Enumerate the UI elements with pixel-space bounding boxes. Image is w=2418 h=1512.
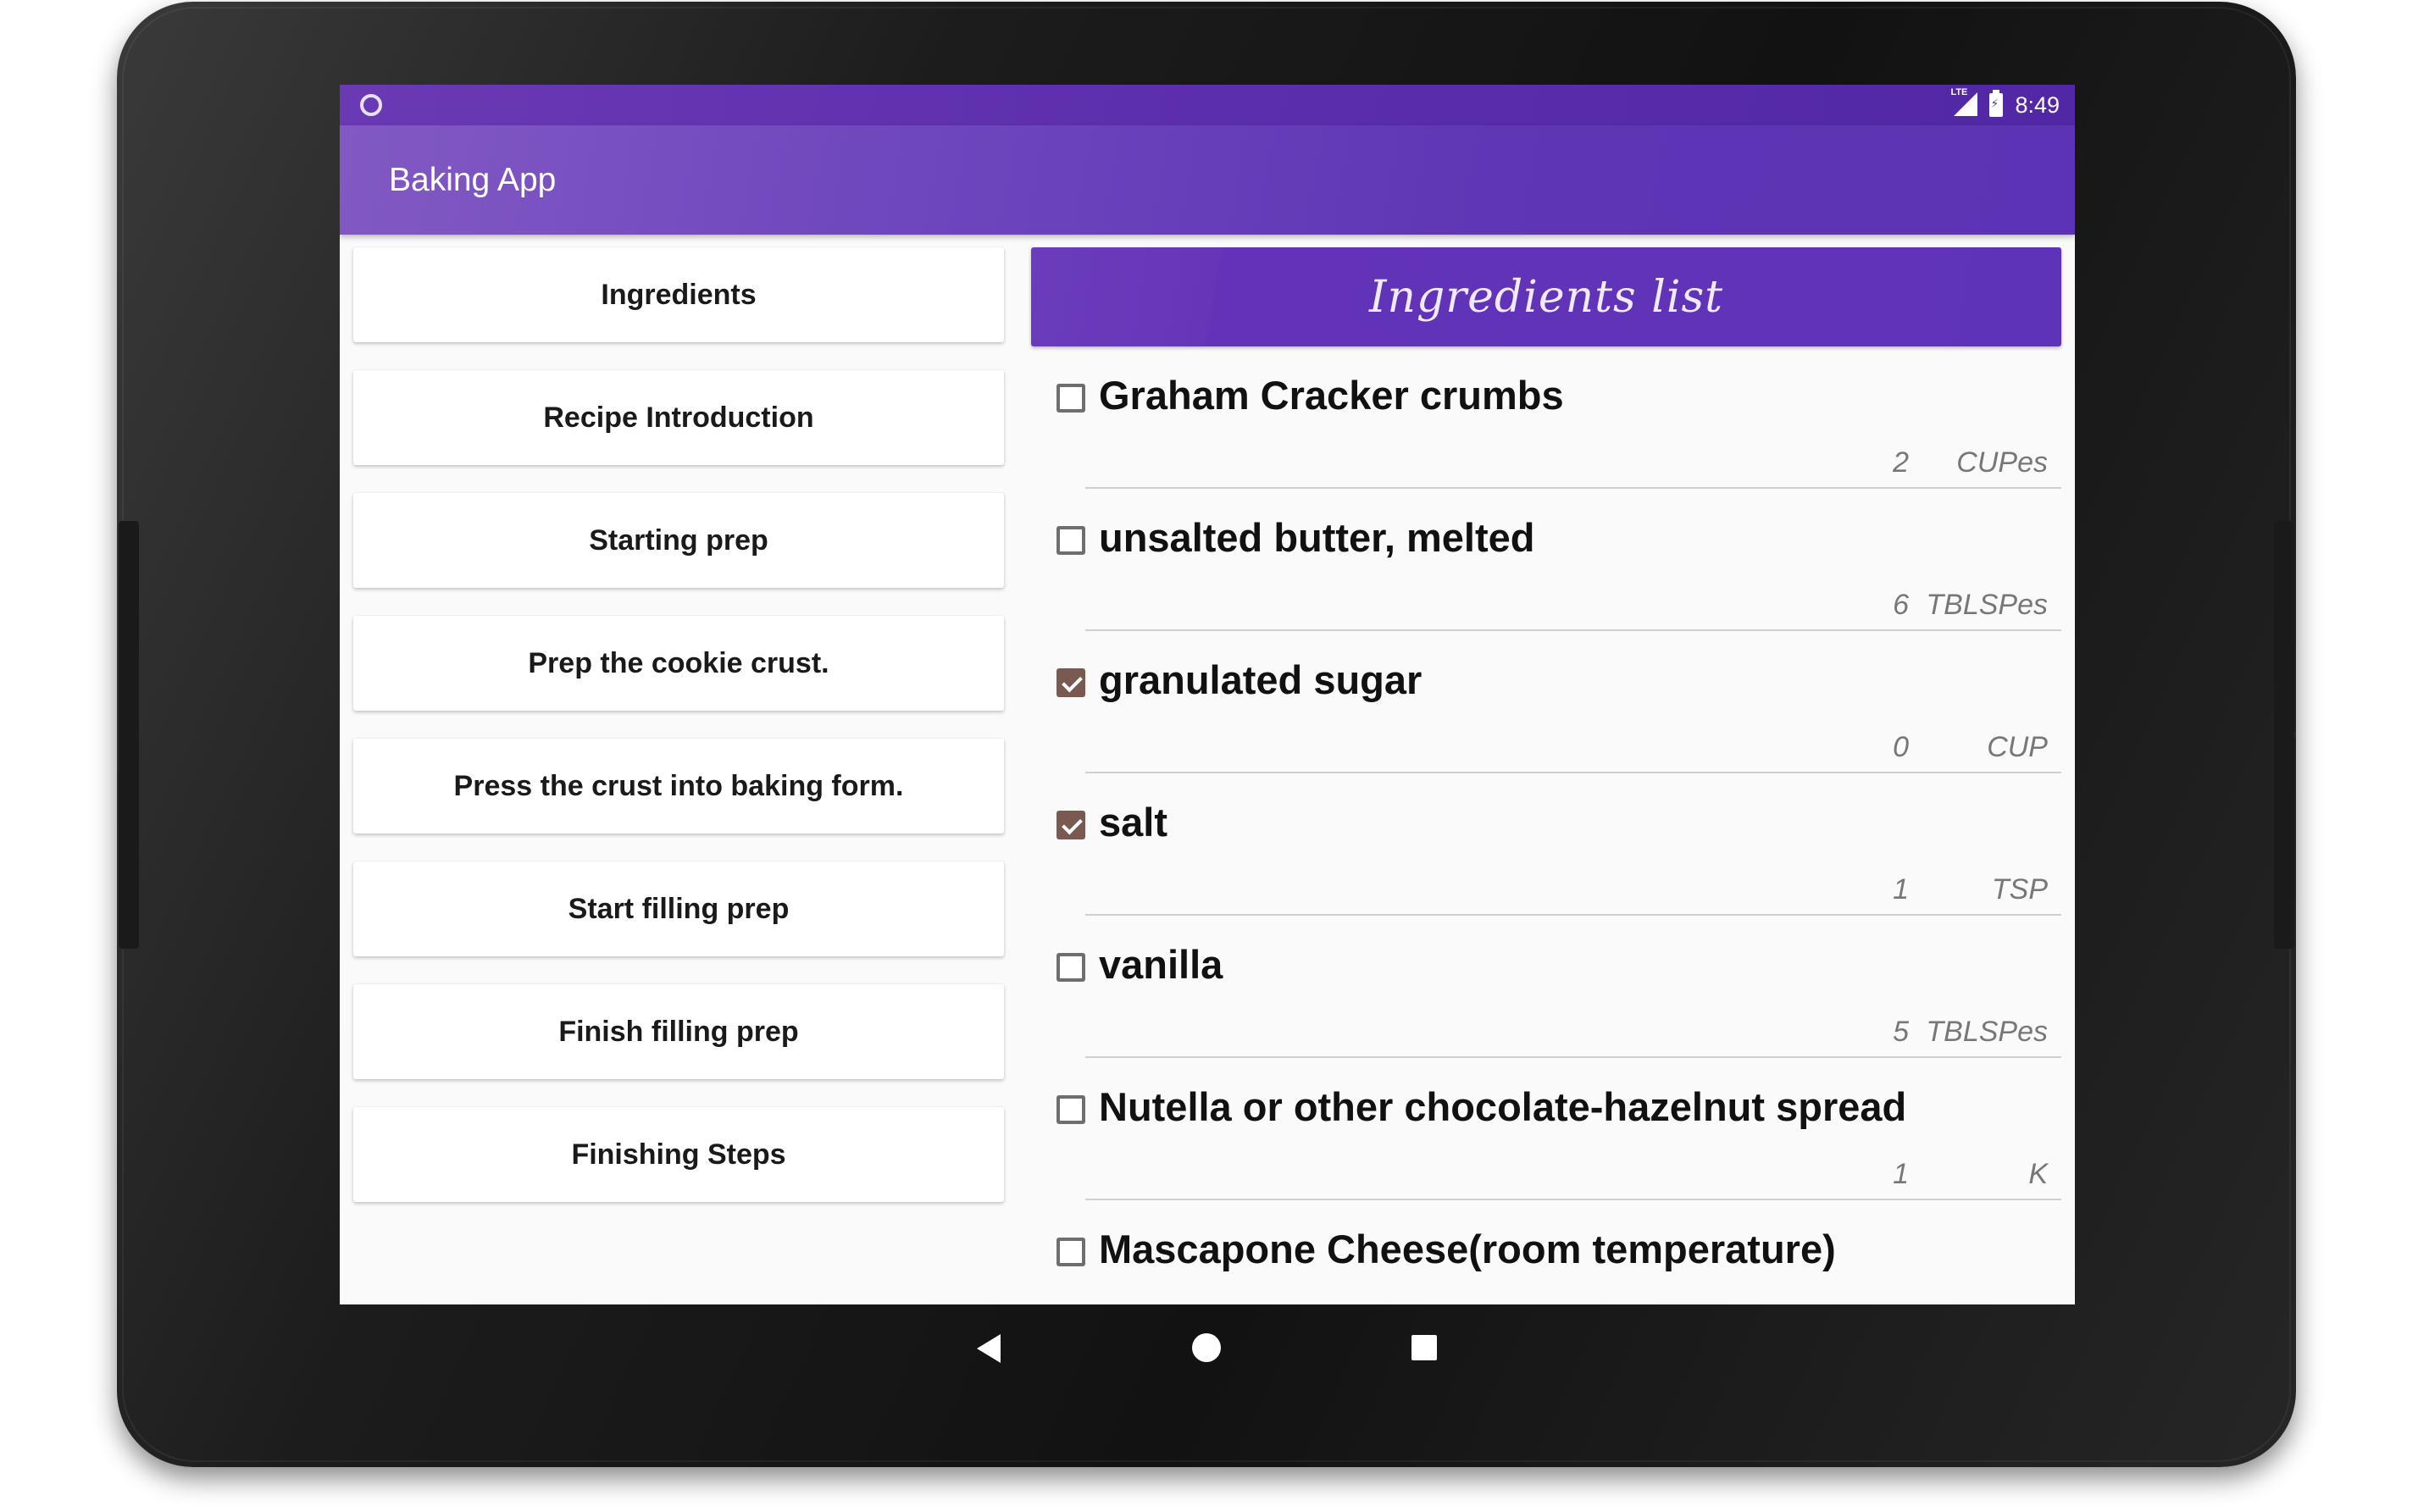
status-icons: LTE 8:49 [1950, 85, 2060, 125]
ingredient-name: Mascapone Cheese(room temperature) [1099, 1227, 1836, 1271]
ingredient-quantity: 2 [1893, 446, 1909, 479]
ingredient-checkbox[interactable] [1056, 526, 1085, 555]
step-button-recipe-introduction[interactable]: Recipe Introduction [353, 370, 1004, 465]
ingredient-quantity: 6 [1893, 589, 1909, 621]
ingredient-checkbox[interactable] [1056, 811, 1085, 839]
frame-edge-left [119, 521, 139, 949]
step-button-finish-filling-prep[interactable]: Finish filling prep [353, 984, 1004, 1079]
ingredient-quantity: 0 [1893, 731, 1909, 763]
recents-icon[interactable] [1411, 1335, 1437, 1360]
notification-circle-icon [360, 94, 382, 116]
app-bar: Baking App [340, 125, 2075, 235]
step-button-ingredients[interactable]: Ingredients [353, 247, 1004, 342]
ingredient-row: Nutella or other chocolate-hazelnut spre… [1031, 1058, 2061, 1200]
ingredient-measure: TBLSPes [1926, 589, 2048, 621]
app-title: Baking App [389, 162, 557, 198]
ingredient-row: granulated sugar 0 CUP [1031, 631, 2061, 773]
step-list: Ingredients Recipe Introduction Starting… [353, 247, 1004, 1230]
ingredients-header: Ingredients list [1031, 247, 2061, 346]
home-icon[interactable] [1192, 1333, 1221, 1362]
ingredient-row: Graham Cracker crumbs 2 CUPes [1031, 346, 2061, 489]
ingredient-checkbox[interactable] [1056, 1095, 1085, 1124]
ingredient-name: Graham Cracker crumbs [1099, 373, 1564, 418]
ingredient-measure: CUPes [1956, 446, 2048, 479]
lte-label: LTE [1950, 87, 1968, 97]
status-bar: LTE 8:49 [340, 85, 2075, 125]
step-button-start-filling-prep[interactable]: Start filling prep [353, 861, 1004, 956]
ingredient-row: vanilla 5 TBLSPes [1031, 916, 2061, 1058]
ingredient-quantity: 1 [1893, 873, 1909, 906]
step-button-prep-cookie-crust[interactable]: Prep the cookie crust. [353, 616, 1004, 711]
ingredient-row: salt 1 TSP [1031, 773, 2061, 916]
ingredient-name: salt [1099, 800, 1167, 845]
navigation-bar [340, 1304, 2075, 1386]
status-time: 8:49 [2015, 91, 2060, 118]
battery-charging-icon [1989, 90, 2004, 117]
ingredient-name: Nutella or other chocolate-hazelnut spre… [1099, 1084, 1907, 1129]
ingredient-checkbox[interactable] [1056, 1238, 1085, 1266]
signal-icon: LTE [1950, 87, 1978, 118]
step-button-press-crust[interactable]: Press the crust into baking form. [353, 739, 1004, 834]
ingredient-name: unsalted butter, melted [1099, 515, 1535, 560]
ingredient-quantity: 5 [1893, 1016, 1909, 1048]
ingredient-row: unsalted butter, melted 6 TBLSPes [1031, 489, 2061, 631]
ingredient-measure: TBLSPes [1926, 1016, 2048, 1048]
ingredient-measure: K [2028, 1158, 2048, 1190]
ingredient-measure: TSP [1991, 873, 2048, 906]
frame-edge-right [2274, 521, 2294, 949]
back-icon[interactable] [977, 1334, 1001, 1363]
ingredient-checkbox[interactable] [1056, 384, 1085, 413]
ingredient-checkbox[interactable] [1056, 668, 1085, 697]
ingredient-quantity: 1 [1893, 1158, 1909, 1190]
ingredient-checkbox[interactable] [1056, 953, 1085, 982]
ingredient-name: granulated sugar [1099, 657, 1423, 702]
step-button-starting-prep[interactable]: Starting prep [353, 493, 1004, 588]
ingredient-measure: CUP [1987, 731, 2048, 763]
ingredients-panel: Ingredients list Graham Cracker crumbs 2… [1031, 247, 2061, 1304]
device-screen: LTE 8:49 Baking App Ingredients Recipe I… [340, 85, 2075, 1304]
step-button-finishing-steps[interactable]: Finishing Steps [353, 1107, 1004, 1202]
ingredient-row: Mascapone Cheese(room temperature) [1031, 1200, 2061, 1304]
ingredient-name: vanilla [1099, 942, 1223, 987]
